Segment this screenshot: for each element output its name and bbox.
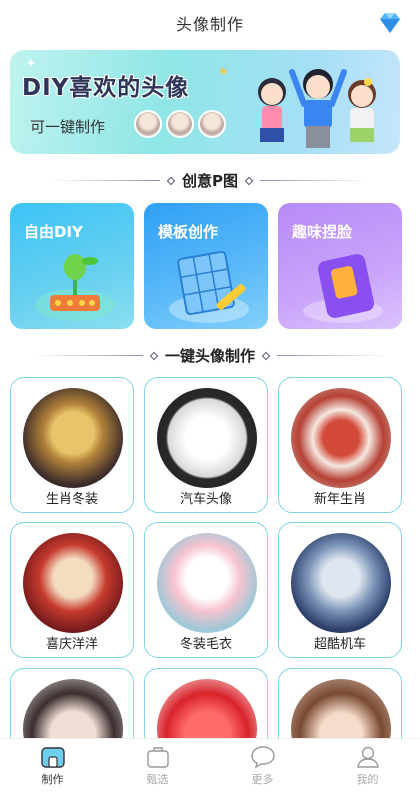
divider — [277, 355, 387, 356]
tab-mine[interactable]: 我的 — [315, 739, 420, 792]
divider-dot — [149, 351, 159, 360]
tab-make[interactable]: 制作 — [0, 739, 105, 792]
divider-dot — [261, 351, 271, 360]
template-avatar — [157, 533, 257, 633]
page-title: 头像制作 — [175, 15, 244, 34]
sample-avatars — [134, 110, 226, 138]
divider — [32, 355, 143, 356]
template-card[interactable]: 新年生肖 — [278, 377, 402, 513]
banner-subtitle: 可一键制作 — [30, 118, 106, 136]
star-icon: ★ — [218, 64, 229, 78]
card-label: 模板创作 — [158, 223, 219, 241]
tab-label: 甄选 — [146, 772, 169, 786]
divider-dot — [244, 176, 254, 185]
user-icon — [356, 746, 379, 768]
sample-avatar — [166, 110, 194, 138]
template-label: 汽车头像 — [179, 492, 232, 507]
home-icon — [40, 746, 65, 768]
sample-avatar — [198, 110, 226, 138]
template-label: 喜庆洋洋 — [45, 637, 98, 652]
free-diy-card[interactable]: 自由DIY — [10, 203, 134, 329]
sample-avatar — [134, 110, 162, 138]
diamond-icon[interactable] — [376, 11, 404, 35]
template-card[interactable]: 汽车头像 — [144, 377, 268, 513]
section-title: 创意P图 — [182, 172, 238, 190]
template-create-card[interactable]: 模板创作 — [144, 203, 268, 329]
banner-title: DIY喜欢的头像 — [22, 75, 190, 101]
card-label: 自由DIY — [24, 223, 83, 241]
promo-banner[interactable]: ✦ ★ DIY喜欢的头像 可一键制作 — [10, 50, 400, 154]
book-icon — [303, 254, 383, 323]
kids-illustration — [258, 69, 376, 148]
grid-pencil-icon — [169, 250, 249, 323]
bag-icon — [146, 746, 169, 768]
divider-dot — [166, 176, 176, 185]
template-card[interactable]: 喜庆洋洋 — [10, 522, 134, 658]
card-label: 趣味捏脸 — [292, 223, 353, 241]
template-card[interactable]: 冬装毛衣 — [144, 522, 268, 658]
chat-icon — [250, 745, 275, 768]
template-avatar — [23, 388, 123, 488]
template-label: 生肖冬装 — [45, 492, 98, 507]
template-avatar — [23, 533, 123, 633]
divider — [260, 180, 370, 181]
template-label: 新年生肖 — [313, 492, 366, 507]
tab-label: 制作 — [41, 772, 64, 786]
template-card[interactable]: 生肖冬装 — [10, 377, 134, 513]
plant-icon — [35, 254, 115, 321]
template-avatar — [291, 533, 391, 633]
tab-more[interactable]: 更多 — [210, 739, 315, 792]
bottom-tab-bar: 制作 甄选 更多 我的 — [0, 738, 420, 792]
template-card[interactable]: 超酷机车 — [278, 522, 402, 658]
tab-label: 更多 — [251, 772, 274, 786]
template-label: 冬装毛衣 — [179, 637, 232, 652]
tab-label: 我的 — [356, 772, 379, 786]
section-title: 一键头像制作 — [164, 347, 255, 365]
top-bar: 头像制作 — [0, 0, 420, 46]
divider — [50, 180, 160, 181]
template-avatar — [157, 388, 257, 488]
fun-face-card[interactable]: 趣味捏脸 — [278, 203, 402, 329]
tab-select[interactable]: 甄选 — [105, 739, 210, 792]
oneclick-section-heading: 一键头像制作 — [0, 345, 420, 366]
template-label: 超酷机车 — [313, 637, 366, 652]
template-avatar — [291, 388, 391, 488]
creative-section-heading: 创意P图 — [0, 170, 420, 191]
